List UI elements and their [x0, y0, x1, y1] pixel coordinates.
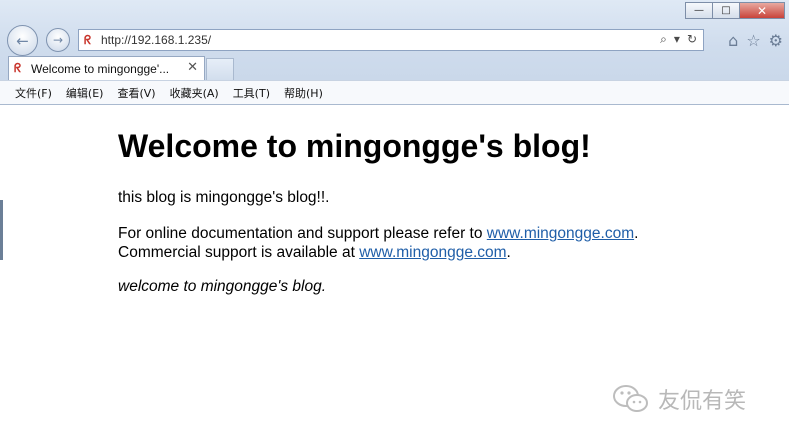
- doc-text: For online documentation and support ple…: [118, 225, 487, 242]
- forward-arrow-icon: →: [52, 33, 64, 47]
- page-title: Welcome to mingongge's blog!: [118, 128, 591, 164]
- commercial-text-end: .: [506, 244, 511, 261]
- tab-close-icon[interactable]: ✕: [187, 60, 198, 75]
- site-favicon-icon: ᖇ: [84, 33, 92, 47]
- home-icon[interactable]: ⌂: [728, 31, 738, 50]
- back-arrow-icon: ←: [16, 31, 29, 50]
- window-edge-artifact: [0, 200, 3, 260]
- tab-active[interactable]: ᖇ Welcome to mingongge'... ✕: [8, 56, 205, 80]
- menu-view[interactable]: 查看(V): [110, 85, 162, 101]
- menu-edit[interactable]: 编辑(E): [59, 85, 111, 101]
- url-text[interactable]: http://192.168.1.235/: [101, 33, 211, 47]
- maximize-button[interactable]: □: [712, 2, 740, 19]
- page-content: Welcome to mingongge's blog! this blog i…: [118, 104, 758, 296]
- new-tab-button[interactable]: [206, 58, 234, 80]
- favorites-star-icon[interactable]: ☆: [746, 31, 760, 50]
- menu-file[interactable]: 文件(F): [8, 85, 59, 101]
- tab-title: Welcome to mingongge'...: [31, 62, 170, 76]
- search-icon[interactable]: ⌕: [660, 32, 667, 47]
- address-bar-tools: ⌕ ▾ ↻: [660, 32, 697, 47]
- window-controls: — □ ✕: [685, 2, 785, 19]
- commercial-support-link[interactable]: www.mingongge.com: [359, 244, 506, 261]
- watermark: 友侃有笑: [612, 383, 746, 415]
- browser-chrome: — □ ✕ ← → ᖇ http://192.168.1.235/ ⌕ ▾ ↻ …: [0, 0, 789, 105]
- address-bar[interactable]: ᖇ http://192.168.1.235/ ⌕ ▾ ↻: [78, 29, 704, 51]
- menu-favorites[interactable]: 收藏夹(A): [163, 85, 226, 101]
- doc-text-end: .: [634, 225, 639, 242]
- menu-bar: 文件(F) 编辑(E) 查看(V) 收藏夹(A) 工具(T) 帮助(H): [0, 80, 789, 104]
- browser-tools: ⌂ ☆ ⚙: [728, 31, 783, 50]
- closing-text: welcome to mingongge's blog.: [118, 278, 327, 295]
- back-button[interactable]: ←: [7, 25, 38, 56]
- minimize-button[interactable]: —: [685, 2, 713, 19]
- wechat-icon: [613, 385, 648, 412]
- intro-text: this blog is mingongge's blog!!.: [118, 189, 330, 206]
- tab-favicon-icon: ᖇ: [14, 61, 22, 75]
- watermark-text: 友侃有笑: [658, 389, 747, 414]
- forward-button[interactable]: →: [46, 28, 70, 52]
- tab-row: ᖇ Welcome to mingongge'... ✕: [0, 56, 789, 80]
- gear-icon[interactable]: ⚙: [769, 31, 783, 50]
- support-paragraph: For online documentation and support ple…: [118, 224, 758, 262]
- chevron-down-icon[interactable]: ▾: [674, 32, 680, 47]
- menu-tools[interactable]: 工具(T): [226, 85, 277, 101]
- documentation-link[interactable]: www.mingongge.com: [487, 225, 634, 242]
- refresh-icon[interactable]: ↻: [687, 32, 697, 47]
- close-window-button[interactable]: ✕: [739, 2, 785, 19]
- menu-help[interactable]: 帮助(H): [277, 85, 330, 101]
- commercial-text: Commercial support is available at: [118, 244, 360, 261]
